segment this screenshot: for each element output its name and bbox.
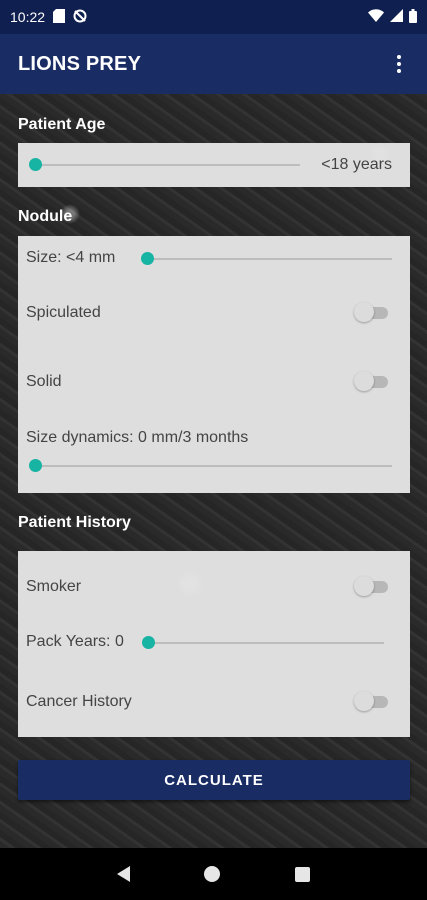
- recents-icon[interactable]: [294, 866, 310, 882]
- size-dynamics-label: Size dynamics: 0 mm/3 months: [26, 429, 249, 446]
- sd-card-icon: [53, 8, 66, 26]
- battery-icon: [409, 8, 417, 26]
- pack-years-slider-track[interactable]: [148, 642, 384, 644]
- calculate-button[interactable]: CALCULATE: [18, 760, 410, 800]
- signal-icon: [390, 9, 403, 25]
- system-nav-bar: [0, 848, 427, 900]
- back-icon[interactable]: [117, 866, 131, 882]
- nodule-size-slider-track[interactable]: [148, 258, 392, 260]
- app-title: LIONS PREY: [18, 52, 142, 75]
- nodule-size-slider-thumb[interactable]: [141, 252, 154, 265]
- wifi-icon: [368, 9, 384, 25]
- spiculated-switch[interactable]: [354, 302, 388, 322]
- status-bar: 10:22: [0, 0, 427, 34]
- app-bar: LIONS PREY: [0, 34, 427, 94]
- nodule-size-label: Size: <4 mm: [26, 249, 116, 266]
- smoker-label: Smoker: [26, 578, 82, 595]
- solid-label: Solid: [26, 373, 62, 390]
- age-slider-track[interactable]: [30, 164, 300, 166]
- section-title-patient-age: Patient Age: [18, 116, 106, 133]
- spiculated-label: Spiculated: [26, 304, 101, 321]
- pack-years-slider-thumb[interactable]: [142, 636, 155, 649]
- section-title-patient-history: Patient History: [18, 514, 131, 531]
- smoker-switch[interactable]: [354, 576, 388, 596]
- no-sync-icon: [73, 9, 87, 26]
- age-slider-thumb[interactable]: [29, 158, 42, 171]
- patient-age-card: <18 years: [18, 143, 410, 187]
- size-dynamics-slider-thumb[interactable]: [29, 459, 42, 472]
- cancer-history-switch[interactable]: [354, 691, 388, 711]
- pack-years-label: Pack Years: 0: [26, 633, 124, 650]
- main-content: Patient Age <18 years Nodule Size: <4 mm…: [0, 94, 427, 848]
- nodule-card: Size: <4 mm Spiculated Solid Size dynami…: [18, 236, 410, 493]
- cancer-history-label: Cancer History: [26, 693, 132, 710]
- section-title-nodule: Nodule: [18, 208, 73, 225]
- status-time: 10:22: [10, 9, 46, 25]
- solid-switch[interactable]: [354, 371, 388, 391]
- age-value-label: <18 years: [321, 156, 392, 173]
- patient-history-card: Smoker Pack Years: 0 Cancer History: [18, 551, 410, 737]
- home-icon[interactable]: [204, 866, 221, 882]
- more-vert-icon[interactable]: [389, 52, 409, 76]
- size-dynamics-slider-track[interactable]: [36, 465, 392, 467]
